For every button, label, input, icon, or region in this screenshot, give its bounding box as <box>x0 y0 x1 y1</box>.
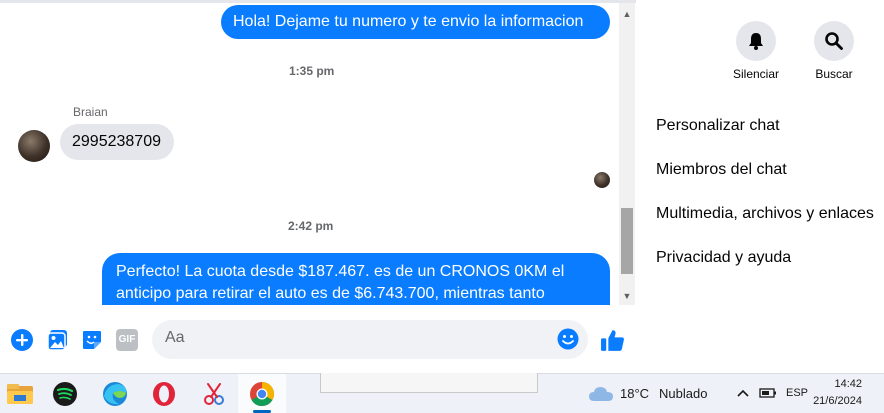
menu-item-chat-members[interactable]: Miembros del chat <box>656 161 787 179</box>
screen: Hola! Dejame tu numero y te envio la inf… <box>0 0 884 413</box>
sender-name: Braian <box>73 105 108 119</box>
scroll-up-arrow[interactable]: ▲ <box>619 7 635 21</box>
mute-button[interactable] <box>736 21 776 61</box>
timestamp: 2:42 pm <box>288 219 334 233</box>
bell-icon <box>749 33 763 50</box>
outgoing-message[interactable]: Hola! Dejame tu numero y te envio la inf… <box>221 5 610 39</box>
chat-scrollbar[interactable]: ▲ ▼ <box>619 3 635 305</box>
search-button[interactable] <box>814 21 854 61</box>
opera-icon[interactable] <box>144 378 184 410</box>
weather-description[interactable]: Nublado <box>659 386 707 401</box>
incoming-message[interactable]: 2995238709 <box>60 124 174 160</box>
sticker-icon[interactable] <box>81 329 103 351</box>
cloud-icon[interactable] <box>588 384 614 404</box>
message-input[interactable] <box>165 329 545 347</box>
scroll-thumb[interactable] <box>621 208 633 274</box>
plus-icon[interactable] <box>11 329 33 351</box>
like-icon[interactable] <box>600 328 625 353</box>
mute-label: Silenciar <box>732 67 780 81</box>
message-input-box[interactable] <box>152 320 588 359</box>
search-label: Buscar <box>815 67 853 81</box>
menu-item-customize-chat[interactable]: Personalizar chat <box>656 117 780 135</box>
menu-item-privacy-help[interactable]: Privacidad y ayuda <box>656 249 791 267</box>
edge-icon[interactable] <box>95 378 135 410</box>
search-icon <box>825 32 843 50</box>
emoji-icon[interactable] <box>557 328 579 350</box>
partial-window-preview <box>320 373 538 393</box>
battery-icon[interactable] <box>759 386 777 400</box>
timestamp: 1:35 pm <box>289 64 335 78</box>
chrome-icon[interactable] <box>242 378 282 410</box>
message-line: anticipo para retirar el auto es de $6.7… <box>116 285 545 302</box>
file-explorer-icon[interactable] <box>0 378 40 410</box>
snipping-tool-icon[interactable] <box>194 378 234 410</box>
chat-info-panel: Silenciar Buscar Personalizar chat Miemb… <box>636 0 884 373</box>
clock-time[interactable]: 14:42 <box>822 378 862 390</box>
clock-date[interactable]: 21/6/2024 <box>806 395 862 407</box>
message-composer: GIF <box>0 305 636 373</box>
scroll-down-arrow[interactable]: ▼ <box>619 289 635 303</box>
read-receipt-avatar <box>594 172 610 188</box>
gif-icon[interactable]: GIF <box>116 329 138 351</box>
header-divider <box>0 0 636 3</box>
weather-temperature[interactable]: 18°C <box>620 386 649 401</box>
menu-item-media-files-links[interactable]: Multimedia, archivos y enlaces <box>656 205 874 223</box>
language-indicator[interactable]: ESP <box>786 387 808 399</box>
chat-thread: Hola! Dejame tu numero y te envio la inf… <box>0 0 636 373</box>
spotify-icon[interactable] <box>45 378 85 410</box>
chevron-up-icon[interactable] <box>736 387 750 399</box>
contact-avatar[interactable] <box>18 130 50 162</box>
photo-icon[interactable] <box>47 329 69 351</box>
message-line: Perfecto! La cuota desde $187.467. es de… <box>116 263 565 280</box>
